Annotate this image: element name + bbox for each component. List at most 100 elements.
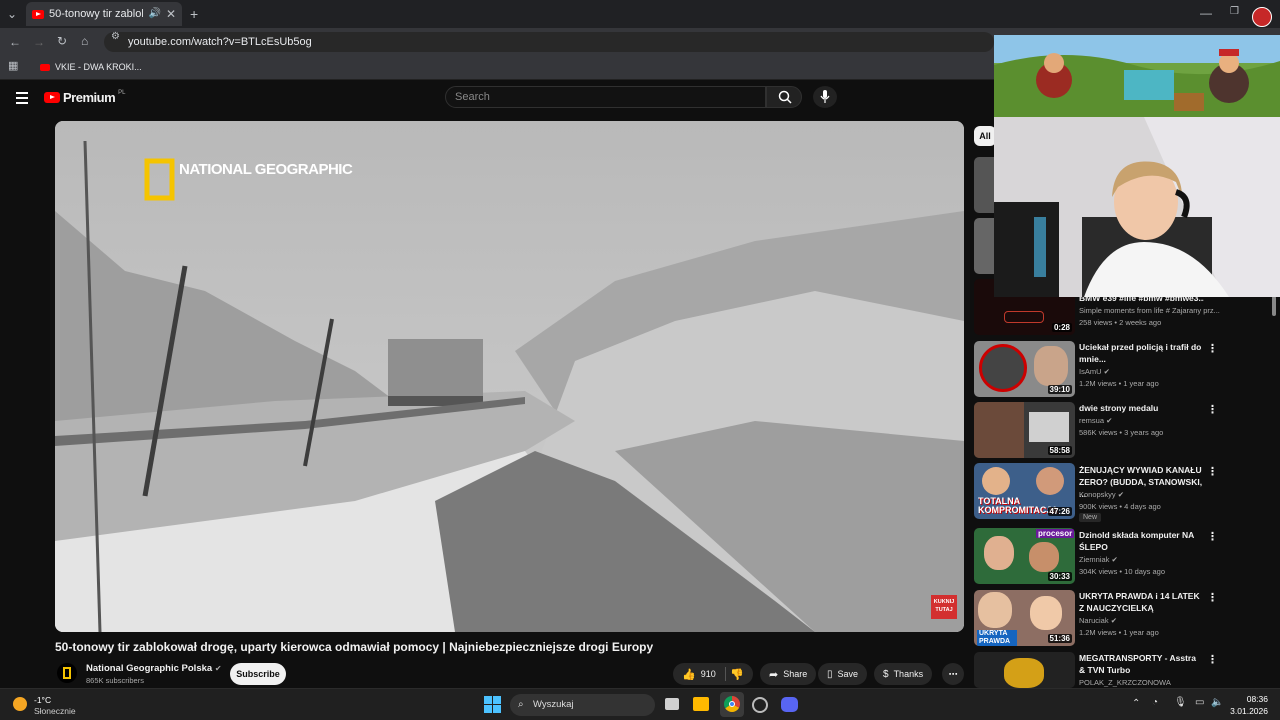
thanks-button[interactable]: $ Thanks: [874, 663, 933, 685]
more-vert-icon[interactable]: ⋮: [1207, 530, 1218, 543]
more-vert-icon[interactable]: ⋮: [1207, 591, 1218, 604]
voice-search-button[interactable]: [813, 86, 837, 108]
search-icon: [778, 90, 792, 104]
browser-tab-bar: ⌄ 50-tonowy tir zablokował d 🔊 ✕ + — ❐: [0, 0, 1280, 28]
webcam-image: [994, 117, 1280, 297]
windows-start-icon[interactable]: [484, 696, 501, 713]
sidebar-channel[interactable]: Konopskyy ✔: [1079, 490, 1124, 499]
sidebar-video-title[interactable]: MEGATRANSPORTY - Asstra & TVN Turbo: [1079, 652, 1204, 676]
site-info-icon[interactable]: ⚙: [111, 32, 120, 42]
forward-icon[interactable]: →: [33, 36, 45, 48]
url-bar[interactable]: ⚙ youtube.com/watch?v=BTLcEsUb5og: [104, 32, 994, 52]
channel-text: Naruciak: [1079, 616, 1109, 625]
webcam-overlay: [994, 117, 1280, 297]
sidebar-scrollbar[interactable]: [1272, 296, 1276, 316]
weather-text[interactable]: Słonecznie: [34, 706, 76, 716]
discord-icon[interactable]: [781, 697, 798, 712]
more-vert-icon[interactable]: ⋮: [1207, 342, 1218, 355]
divider: [724, 667, 726, 681]
channel-name[interactable]: National Geographic Polska ✔: [86, 663, 222, 674]
sidebar-thumbnail[interactable]: UKRYTA PRAWDA 51:36: [974, 590, 1075, 646]
sidebar-thumbnail[interactable]: [974, 652, 1075, 688]
home-icon[interactable]: ⌂: [81, 35, 88, 47]
sidebar-video-title[interactable]: Dzinold składa komputer NA ŚLEPO: [1079, 529, 1204, 553]
channel-text: remsua: [1079, 416, 1105, 425]
video-player[interactable]: NATIONAL GEOGRAPHIC KUKNIJ TUTAJ: [55, 121, 964, 632]
corner-badge[interactable]: KUKNIJ TUTAJ: [931, 595, 957, 619]
thumbnail-text: UKRYTA PRAWDA: [977, 630, 1017, 646]
task-view-icon[interactable]: [665, 698, 679, 710]
channel-text: Konopskyy: [1079, 490, 1116, 499]
save-label: Save: [837, 669, 859, 679]
weather-sun-icon[interactable]: [13, 697, 27, 711]
bookmark-item[interactable]: VKIE - DWA KROKI...: [40, 62, 142, 72]
search-icon: ⌕: [518, 699, 524, 710]
more-vert-icon[interactable]: ⋮: [1207, 403, 1218, 416]
chrome-taskbar-button[interactable]: [720, 692, 744, 717]
video-title: 50-tonowy tir zablokował drogę, uparty k…: [55, 640, 654, 654]
speaker-icon[interactable]: 🔊: [148, 9, 160, 19]
verified-icon: ✔: [214, 664, 222, 673]
sidebar-channel[interactable]: Ziemniak ✔: [1079, 555, 1118, 564]
sidebar-thumbnail[interactable]: 58:58: [974, 402, 1075, 458]
verified-icon: ✔: [1106, 416, 1113, 425]
taskbar-search[interactable]: ⌕ Wyszukaj: [510, 694, 655, 716]
menu-icon[interactable]: [16, 92, 28, 104]
channel-text: Ziemniak: [1079, 555, 1110, 564]
sidebar-channel[interactable]: remsua ✔: [1079, 416, 1112, 425]
clock-time[interactable]: 08:36: [1236, 694, 1268, 704]
sidebar-video-title[interactable]: Uciekał przed policją i trafił do mnie..…: [1079, 341, 1204, 365]
microphone-icon[interactable]: 🎙: [1174, 697, 1187, 708]
new-tab-icon[interactable]: +: [190, 7, 198, 21]
sidebar-video-title[interactable]: UKRYTA PRAWDA i 14 LATEK Z NAUCZYCIELKĄ: [1079, 590, 1204, 614]
more-icon: ⋯: [948, 668, 958, 679]
search-button[interactable]: [766, 86, 802, 108]
more-vert-icon[interactable]: ⋮: [1207, 465, 1218, 478]
sidebar-channel[interactable]: POLAK_Z_KRZCZONOWA: [1079, 678, 1171, 687]
weather-temp[interactable]: -1°C: [34, 695, 51, 705]
sidebar-channel[interactable]: IsAmU ✔: [1079, 367, 1110, 376]
channel-name-text: National Geographic Polska: [86, 663, 213, 674]
channel-avatar[interactable]: [57, 663, 77, 683]
like-button[interactable]: 👍 910: [682, 668, 716, 681]
tab-list-icon[interactable]: ⌄: [7, 8, 17, 20]
chip-all[interactable]: All: [974, 126, 996, 146]
file-explorer-icon[interactable]: [693, 697, 709, 711]
apps-grid-icon[interactable]: ▦: [8, 61, 18, 72]
sidebar-video-title[interactable]: dwie strony medalu: [1079, 402, 1204, 414]
more-vert-icon[interactable]: ⋮: [1207, 653, 1218, 666]
new-badge: New: [1079, 513, 1102, 522]
subscribe-button[interactable]: Subscribe: [230, 663, 286, 685]
sidebar-thumbnail[interactable]: 39:10: [974, 341, 1075, 397]
dislike-button[interactable]: 👎: [730, 668, 744, 681]
sidebar-thumbnail[interactable]: procesor 30:33: [974, 528, 1075, 584]
more-actions-button[interactable]: ⋯: [942, 663, 964, 685]
restore-icon[interactable]: ❐: [1230, 7, 1239, 17]
like-count: 910: [700, 669, 716, 679]
monitor-icon[interactable]: ▭: [1195, 697, 1204, 708]
sidebar-meta: 1.2M views • 1 year ago: [1079, 379, 1159, 388]
save-button[interactable]: ▯ Save: [818, 663, 868, 685]
sidebar-thumbnail[interactable]: TOTALNA KOMPROMITACJA 47:26: [974, 463, 1075, 519]
share-button[interactable]: ➦ Share: [760, 663, 817, 685]
video-duration: 58:58: [1047, 446, 1072, 455]
game-scene-image: [994, 35, 1280, 117]
sidebar-channel[interactable]: Naruciak ✔: [1079, 616, 1117, 625]
search-input[interactable]: Search: [445, 86, 766, 108]
windows-taskbar: -1°C Słonecznie ⌕ Wyszukaj ⌃ ◔ 🎙 ▭ 🔈 08:…: [0, 688, 1280, 720]
volume-icon[interactable]: 🔈: [1211, 697, 1223, 708]
clock-date[interactable]: 3.01.2026: [1230, 706, 1268, 716]
network-icon[interactable]: ◔: [1152, 697, 1158, 708]
app-icon[interactable]: [752, 697, 768, 713]
browser-tab[interactable]: 50-tonowy tir zablokował d 🔊 ✕: [26, 2, 182, 26]
sidebar-channel[interactable]: Simple moments from life # Zajarany prz.…: [1079, 306, 1220, 315]
close-tab-icon[interactable]: ✕: [166, 8, 176, 20]
chevron-up-icon[interactable]: ⌃: [1132, 698, 1140, 709]
youtube-logo[interactable]: Premium PL: [44, 90, 125, 105]
reload-icon[interactable]: ↻: [57, 35, 67, 47]
minimize-icon[interactable]: —: [1200, 7, 1212, 19]
logo-text: Premium: [63, 90, 116, 105]
video-duration: 0:28: [1051, 323, 1072, 332]
back-icon[interactable]: ←: [9, 36, 21, 48]
verified-icon: ✔: [1117, 490, 1125, 499]
